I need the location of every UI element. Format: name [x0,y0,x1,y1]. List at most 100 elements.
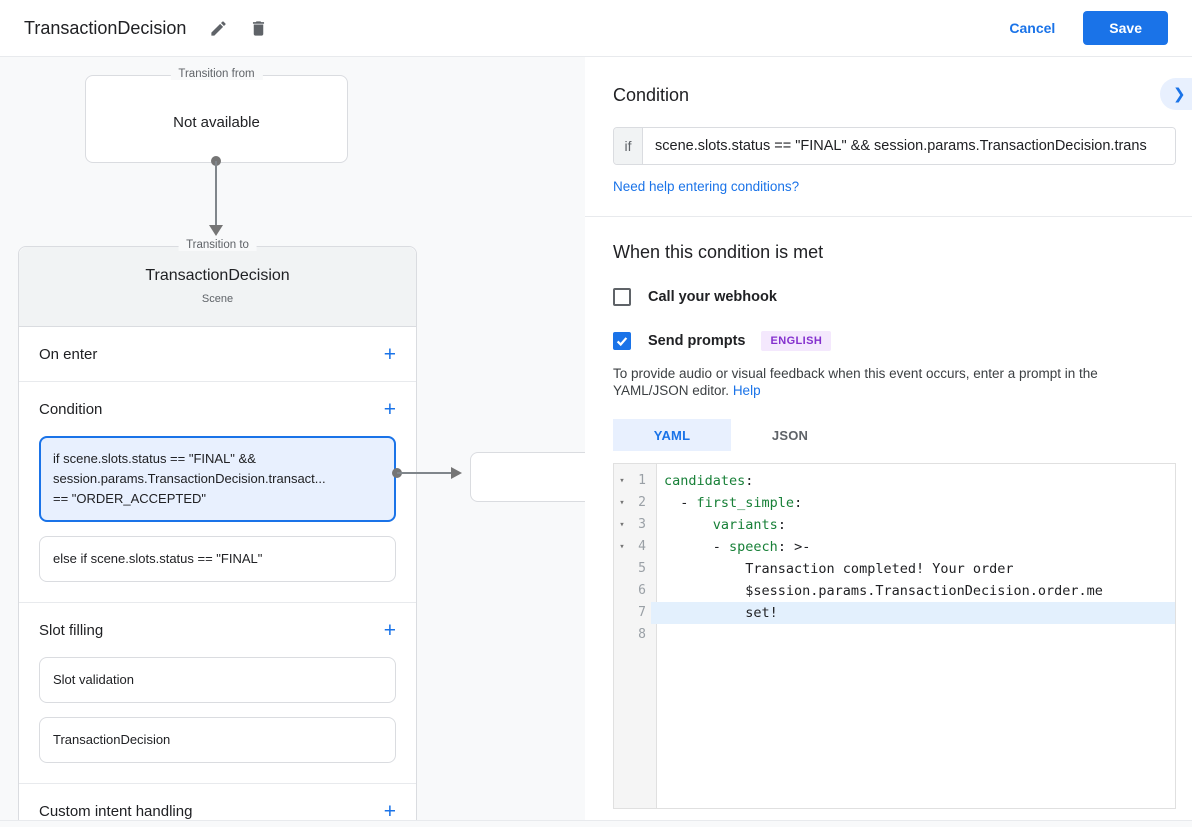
yaml-text: set! [664,605,778,621]
add-icon[interactable]: + [384,399,396,420]
yaml-text: : [745,473,753,489]
cancel-button[interactable]: Cancel [1009,20,1055,36]
chip-text-line: TransactionDecision [53,730,382,750]
line-number: 7 [630,602,651,624]
handler-chip[interactable]: Slot validation [39,657,396,703]
scene-diagram-canvas: Transition from Not available Transition… [0,57,585,820]
webhook-row: Call your webhook [613,288,1176,306]
collapse-panel-button[interactable]: ❯ [1160,78,1192,110]
code-text[interactable] [651,624,1175,646]
scene-section: Condition + if scene.slots.status == "FINA… [19,382,416,603]
add-icon[interactable]: + [384,344,396,365]
handler-chip[interactable]: else if scene.slots.status == "FINAL" [39,536,396,582]
conditions-help-link[interactable]: Need help entering conditions? [613,179,799,194]
line-number: 3 [630,514,651,536]
editor-hint: To provide audio or visual feedback when… [613,365,1172,399]
code-text[interactable]: candidates: [651,470,1175,492]
fold-arrow-icon[interactable]: ▾ [614,536,630,558]
chip-text-line: Slot validation [53,670,382,690]
condition-expression-input[interactable] [643,128,1175,164]
yaml-text: $session.params.TransactionDecision.orde… [664,583,1103,599]
yaml-text: - [664,539,729,555]
yaml-code-editor[interactable]: ▾1candidates:▾2 - first_simple:▾3 varian… [613,463,1176,809]
code-text[interactable]: $session.params.TransactionDecision.orde… [651,580,1175,602]
yaml-text: : [778,517,786,533]
fold-arrow-icon[interactable]: ▾ [614,514,630,536]
code-text[interactable]: Transaction completed! Your order [651,558,1175,580]
if-prefix-label: if [614,128,643,164]
yaml-key: variants [713,517,778,533]
tab-yaml[interactable]: YAML [613,419,731,451]
line-number: 8 [630,624,651,646]
section-header: Custom intent handling + [19,784,416,820]
transition-target-node[interactable] [470,452,585,502]
fold-arrow-icon[interactable]: ▾ [614,492,630,514]
code-line: ▾4 - speech: >- [614,536,1175,558]
scene-section: Slot filling + Slot validation TransactionD… [19,603,416,784]
save-button[interactable]: Save [1083,11,1168,45]
panel-title: Condition [613,85,1132,106]
section-label: On enter [39,346,97,363]
code-text[interactable]: - speech: >- [651,536,1175,558]
section-label: Custom intent handling [39,803,192,820]
code-line: 5 Transaction completed! Your order [614,558,1175,580]
help-link[interactable]: Help [733,383,761,398]
fold-arrow-icon[interactable]: ▾ [614,470,630,492]
connector-line-vertical [215,161,217,225]
send-prompts-label: Send prompts [648,333,745,349]
transition-to-card: Transition to TransactionDecision Scene … [18,246,417,820]
bottom-strip [0,820,1192,827]
yaml-text [664,517,713,533]
line-number: 5 [630,558,651,580]
top-bar: TransactionDecision Cancel Save [0,0,1192,57]
line-number: 1 [630,470,651,492]
code-text[interactable]: set! [651,602,1175,624]
send-prompts-checkbox[interactable] [613,332,631,350]
transition-from-value: Not available [86,114,347,131]
tab-json[interactable]: JSON [731,419,849,451]
language-badge: ENGLISH [761,331,831,351]
transition-to-legend: Transition to [178,239,257,251]
line-number: 6 [630,580,651,602]
add-icon[interactable]: + [384,620,396,641]
handler-chip[interactable]: TransactionDecision [39,717,396,763]
chevron-right-icon: ❯ [1173,85,1186,103]
pencil-icon[interactable] [206,16,230,40]
code-line: ▾3 variants: [614,514,1175,536]
fold-spacer [614,580,630,602]
section-header: On enter + [19,327,416,381]
call-webhook-label: Call your webhook [648,289,777,305]
condition-input-row: if [613,127,1176,165]
condition-met-title: When this condition is met [613,242,1176,263]
yaml-text: : >- [778,539,811,555]
code-text[interactable]: - first_simple: [651,492,1175,514]
yaml-key: first_simple [697,495,795,511]
connector-line-horizontal [397,472,451,474]
page-title: TransactionDecision [24,18,186,39]
chip-text-line: session.params.TransactionDecision.trans… [53,469,382,489]
chip-text-line: else if scene.slots.status == "FINAL" [53,549,382,569]
fold-spacer [614,624,630,646]
scene-name: TransactionDecision [19,267,416,285]
handler-chip[interactable]: if scene.slots.status == "FINAL" &&sessi… [39,436,396,522]
send-prompts-row: Send prompts ENGLISH [613,331,1176,351]
section-header: Slot filling + [19,603,416,657]
scene-section: Custom intent handling + [19,784,416,820]
yaml-key: speech [729,539,778,555]
section-label: Slot filling [39,622,103,639]
trash-icon[interactable] [246,16,270,40]
condition-detail-panel: ❯ Condition if Need help entering condit… [585,57,1192,820]
code-text[interactable]: variants: [651,514,1175,536]
chip-text-line: == "ORDER_ACCEPTED" [53,489,382,509]
section-label: Condition [39,401,102,418]
call-webhook-checkbox[interactable] [613,288,631,306]
chip-text-line: if scene.slots.status == "FINAL" && [53,449,382,469]
scene-card-header: TransactionDecision Scene [19,247,416,327]
code-line: 7 set! [614,602,1175,624]
yaml-text: Transaction completed! Your order [664,561,1014,577]
transition-from-legend: Transition from [170,68,262,80]
add-icon[interactable]: + [384,801,396,821]
yaml-text: : [794,495,802,511]
code-line: ▾2 - first_simple: [614,492,1175,514]
line-number: 4 [630,536,651,558]
